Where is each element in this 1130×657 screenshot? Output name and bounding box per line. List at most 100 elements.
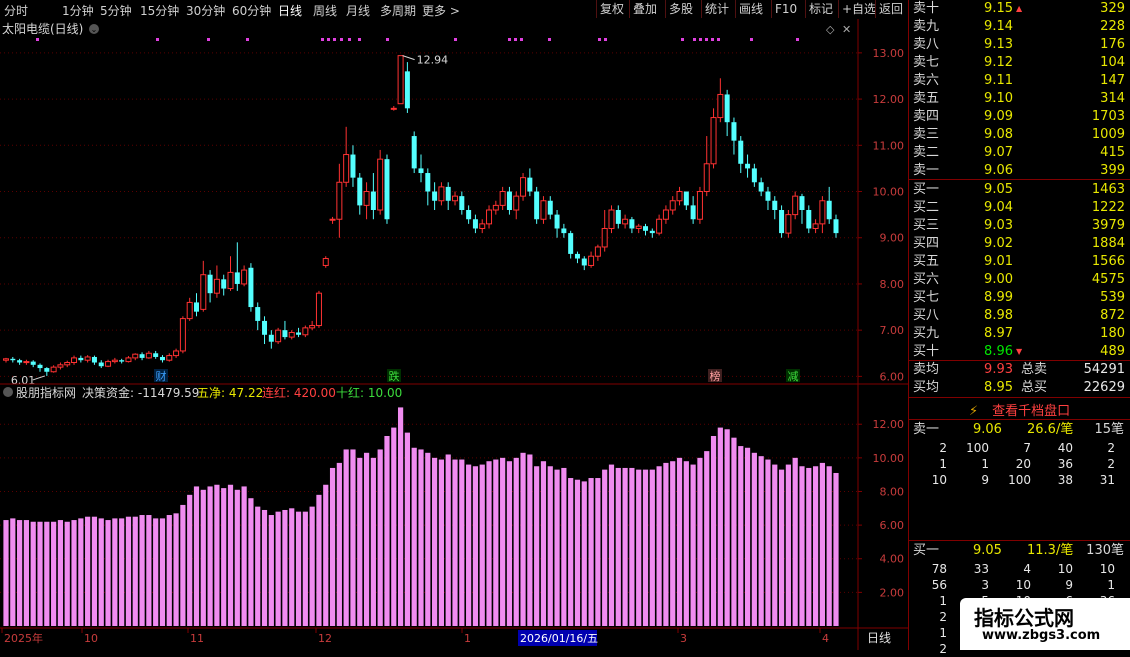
- period-label[interactable]: 日线: [867, 631, 891, 645]
- toolbar-button-5[interactable]: F10: [771, 0, 800, 18]
- period-tab-0[interactable]: 分时: [4, 2, 28, 19]
- period-tab-9[interactable]: 多周期: [380, 2, 416, 19]
- candle-body: [296, 332, 302, 335]
- indicator-bar: [343, 449, 349, 626]
- period-tab-6[interactable]: 日线: [278, 2, 302, 19]
- indicator-bar: [418, 449, 424, 626]
- candle-body: [173, 350, 180, 357]
- indicator-bar: [105, 520, 111, 626]
- period-tab-2[interactable]: 5分钟: [100, 2, 132, 19]
- candle-body: [227, 271, 234, 290]
- view-depth-button[interactable]: ⚡ 查看千档盘口: [969, 400, 1070, 419]
- candle-body: [288, 331, 295, 338]
- indicator-bar: [608, 464, 615, 626]
- period-tab-3[interactable]: 15分钟: [140, 2, 179, 19]
- candle-body: [520, 177, 527, 197]
- candle-body: [710, 117, 717, 165]
- indicator-bar: [438, 459, 445, 626]
- ask-row[interactable]: 卖六 9.11 147: [909, 72, 1130, 90]
- period-tab-5[interactable]: 60分钟: [232, 2, 271, 19]
- avg-buy-row[interactable]: 买均 8.95 22629 总买: [909, 379, 1130, 397]
- ask-row[interactable]: 卖一 9.06 399: [909, 162, 1130, 180]
- close-icon[interactable]: ✕: [842, 23, 851, 36]
- toolbar-button-0[interactable]: 复权: [596, 0, 627, 18]
- indicator-bar: [193, 486, 200, 626]
- period-tab-8[interactable]: 月线: [346, 2, 370, 19]
- ask-row[interactable]: 卖四 9.09 1703: [909, 108, 1130, 126]
- indicator-bar: [513, 457, 519, 626]
- watermark-logo: 指标公式网 www.zbgs3.com: [960, 598, 1130, 650]
- candle-body: [179, 318, 186, 352]
- toolbar-button-4[interactable]: 画线: [735, 0, 766, 18]
- price-tick: 13.00: [873, 47, 905, 60]
- bid-row[interactable]: 买三 9.03 3979: [909, 217, 1130, 235]
- time-tick: 12: [318, 632, 332, 645]
- ask-row[interactable]: 卖七 9.12 104: [909, 54, 1130, 72]
- bid-row[interactable]: 买六 9.00 4575: [909, 271, 1130, 289]
- indicator-bar: [833, 472, 839, 626]
- indicator-bar: [581, 481, 587, 626]
- period-tab-1[interactable]: 1分钟: [62, 2, 94, 19]
- indicator-bar: [37, 521, 43, 626]
- candle-body: [262, 320, 268, 335]
- chart-title: 太阳电缆(日线): [2, 21, 83, 36]
- candle-body: [629, 219, 635, 229]
- signal-dot: [796, 38, 799, 41]
- bid-row[interactable]: 买二 9.04 1222: [909, 199, 1130, 217]
- ask-row[interactable]: 卖三 9.08 1009: [909, 126, 1130, 144]
- event-marker-text: 财: [156, 369, 167, 383]
- indicator-bar: [309, 506, 315, 626]
- candle-body: [527, 177, 533, 192]
- indicator-bar: [64, 521, 70, 626]
- bid-row[interactable]: 买一 9.05 1463: [909, 181, 1130, 199]
- ask-row[interactable]: 卖五 9.10 314: [909, 90, 1130, 108]
- bid-row[interactable]: 买九 8.97 180: [909, 325, 1130, 343]
- indicator-bar: [568, 478, 574, 626]
- toolbar-button-1[interactable]: 叠加: [629, 0, 660, 18]
- signal-dot: [246, 38, 249, 41]
- indicator-bar: [595, 478, 601, 626]
- period-tab-4[interactable]: 30分钟: [186, 2, 225, 19]
- candle-body: [153, 353, 159, 357]
- indicator-bar: [363, 452, 370, 626]
- candle-body: [78, 357, 84, 361]
- signal-dot: [705, 38, 708, 41]
- candle-body: [309, 325, 316, 329]
- candle-body: [17, 360, 23, 363]
- candle-body: [241, 269, 248, 285]
- indicator-bar: [78, 518, 84, 626]
- indicator-label: 十红: 10.00: [336, 385, 402, 400]
- toolbar-button-2[interactable]: 多股: [665, 0, 696, 18]
- candle-body: [343, 154, 350, 183]
- ask-row[interactable]: 卖二 9.07 415: [909, 144, 1130, 162]
- bid-row[interactable]: 买七 8.99 539: [909, 289, 1130, 307]
- toolbar-button-8[interactable]: 返回: [875, 0, 906, 18]
- toolbar-button-3[interactable]: 统计: [701, 0, 732, 18]
- view-depth-link[interactable]: 查看千档盘口: [992, 404, 1070, 419]
- bid-row[interactable]: 买十 8.96 489 ▼: [909, 343, 1130, 361]
- toolbar-button-6[interactable]: 标记: [805, 0, 836, 18]
- bid-row[interactable]: 买五 9.01 1566: [909, 253, 1130, 271]
- bid-row[interactable]: 买四 9.02 1884: [909, 235, 1130, 253]
- bid-row[interactable]: 买八 8.98 872: [909, 307, 1130, 325]
- chart-area[interactable]: 12.946.01 13.0012.0011.0010.009.008.007.…: [0, 19, 908, 650]
- ask-row[interactable]: 卖八 9.13 176: [909, 36, 1130, 54]
- signal-dot: [548, 38, 551, 41]
- candle-body: [459, 196, 465, 210]
- toolbar-button-7[interactable]: +自选: [838, 0, 879, 18]
- ask-row[interactable]: 卖十 9.15 329 ▲: [909, 0, 1130, 18]
- candle-body: [738, 140, 744, 164]
- period-tab-7[interactable]: 周线: [313, 2, 337, 19]
- indicator-bar: [397, 407, 404, 626]
- signal-dot: [36, 38, 39, 41]
- avg-sell-row[interactable]: 卖均 9.93 54291 总卖: [909, 361, 1130, 379]
- candle-body: [275, 329, 282, 343]
- indicator-bar: [112, 518, 118, 626]
- period-tab-10[interactable]: 更多 >: [422, 2, 460, 19]
- candle-body: [57, 364, 64, 368]
- indicator-bar: [554, 469, 560, 626]
- event-marker-text: 跌: [389, 369, 400, 383]
- indicator-bar: [295, 511, 302, 626]
- diamond-icon[interactable]: ◇: [826, 23, 835, 36]
- ask-row[interactable]: 卖九 9.14 228: [909, 18, 1130, 36]
